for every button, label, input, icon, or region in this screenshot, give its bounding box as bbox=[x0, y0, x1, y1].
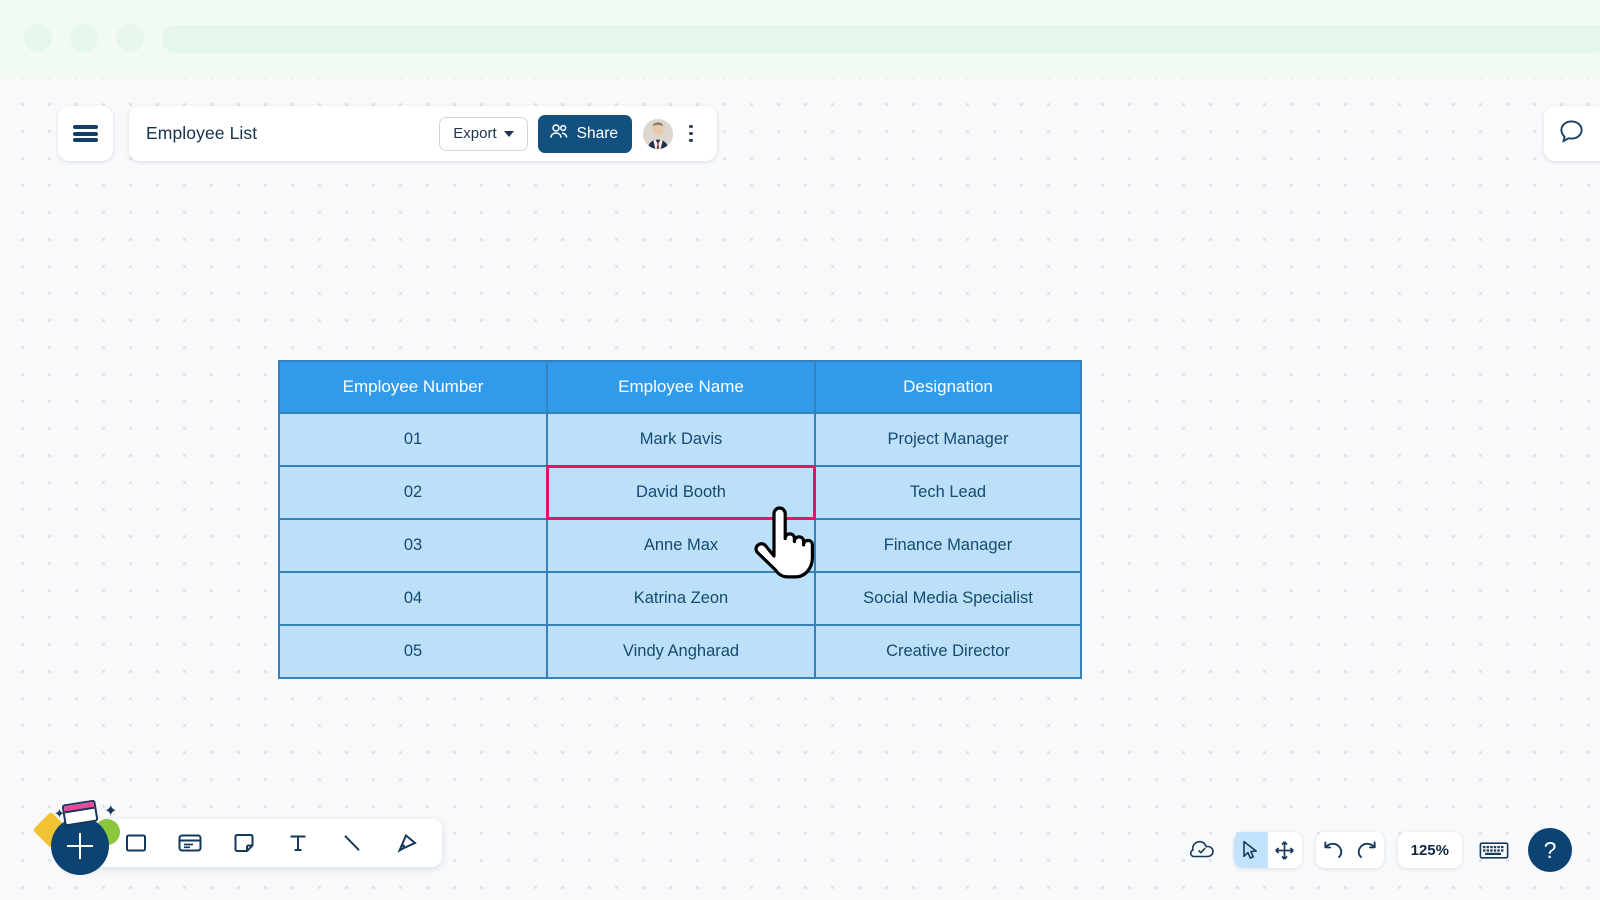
comment-bubble-icon[interactable] bbox=[1558, 118, 1585, 150]
window-dot-minimize[interactable] bbox=[24, 24, 52, 52]
browser-address-bar[interactable] bbox=[162, 25, 1600, 53]
star-icon: ✦ bbox=[104, 803, 118, 820]
window-dot-maximize[interactable] bbox=[70, 24, 98, 52]
table-cell[interactable]: Mark Davis bbox=[546, 412, 816, 467]
page-title[interactable]: Employee List bbox=[146, 123, 439, 144]
table-cell[interactable]: Finance Manager bbox=[814, 518, 1082, 573]
card-icon[interactable] bbox=[174, 827, 206, 859]
zoom-level-button[interactable]: 125% bbox=[1397, 832, 1462, 868]
cursor-arrow-icon[interactable] bbox=[1233, 832, 1268, 868]
window-dot-close[interactable] bbox=[116, 24, 144, 52]
cloud-check-icon[interactable] bbox=[1184, 832, 1220, 868]
table-cell[interactable]: Social Media Specialist bbox=[814, 571, 1082, 626]
shape-rectangle-icon[interactable] bbox=[120, 827, 152, 859]
application-window: Employee List Export Share Employee Numb… bbox=[0, 0, 1600, 900]
table-cell[interactable]: 02 bbox=[278, 465, 548, 520]
hamburger-menu-icon[interactable] bbox=[58, 106, 113, 161]
table-cell[interactable]: 04 bbox=[278, 571, 548, 626]
export-button-label: Export bbox=[453, 125, 497, 142]
table-cell-selected[interactable]: David Booth bbox=[546, 465, 817, 521]
hamburger-bar bbox=[73, 131, 98, 136]
kebab-menu-icon[interactable] bbox=[679, 117, 703, 151]
help-button[interactable]: ? bbox=[1528, 828, 1572, 872]
star-icon: ✦ bbox=[54, 806, 65, 821]
table-cell[interactable]: Anne Max bbox=[546, 518, 816, 573]
table-row: 01 Mark Davis Project Manager bbox=[278, 412, 1082, 467]
table-cell[interactable]: Vindy Angharad bbox=[546, 624, 816, 679]
move-arrows-icon[interactable] bbox=[1268, 832, 1302, 868]
table-header-cell[interactable]: Employee Name bbox=[546, 360, 816, 414]
table-cell[interactable]: Project Manager bbox=[814, 412, 1082, 467]
table-row: 04 Katrina Zeon Social Media Specialist bbox=[278, 571, 1082, 626]
table-cell[interactable]: Tech Lead bbox=[814, 465, 1082, 520]
table-cell[interactable]: Creative Director bbox=[814, 624, 1082, 679]
table-row: 03 Anne Max Finance Manager bbox=[278, 518, 1082, 573]
document-toolbar: Employee List Export Share bbox=[129, 106, 717, 161]
redo-arrow-icon[interactable] bbox=[1350, 832, 1384, 868]
people-icon bbox=[549, 123, 569, 144]
share-button-label: Share bbox=[576, 124, 618, 142]
table-header-cell[interactable]: Employee Number bbox=[278, 360, 548, 414]
hamburger-bar bbox=[73, 138, 98, 143]
hamburger-bar bbox=[73, 124, 98, 129]
table-row: 05 Vindy Angharad Creative Director bbox=[278, 624, 1082, 679]
table-cell[interactable]: Katrina Zeon bbox=[546, 571, 816, 626]
comment-panel[interactable] bbox=[1544, 106, 1600, 161]
board-canvas[interactable]: Employee List Export Share Employee Numb… bbox=[0, 78, 1600, 900]
plus-icon-vertical bbox=[78, 833, 82, 859]
table-header-row: Employee Number Employee Name Designatio… bbox=[278, 360, 1082, 414]
sticky-note-icon[interactable] bbox=[228, 827, 260, 859]
table-cell[interactable]: 05 bbox=[278, 624, 548, 679]
table-cell[interactable]: 03 bbox=[278, 518, 548, 573]
table-cell[interactable]: 01 bbox=[278, 412, 548, 467]
sticky-note-sticker-top bbox=[63, 801, 95, 814]
undo-arrow-icon[interactable] bbox=[1316, 832, 1350, 868]
canvas-controls: 125% ? bbox=[1184, 828, 1572, 872]
kebab-dot bbox=[689, 131, 693, 136]
chevron-down-icon bbox=[503, 130, 514, 137]
table-row: 02 David Booth Tech Lead bbox=[278, 465, 1082, 521]
window-chrome bbox=[0, 0, 1600, 78]
history-group bbox=[1315, 832, 1384, 868]
table-header-cell[interactable]: Designation bbox=[814, 360, 1082, 414]
text-icon[interactable] bbox=[282, 827, 314, 859]
kebab-dot bbox=[689, 138, 693, 143]
pointer-tool-group bbox=[1233, 832, 1302, 868]
kebab-dot bbox=[689, 124, 693, 129]
share-button[interactable]: Share bbox=[537, 114, 632, 153]
line-icon[interactable] bbox=[336, 827, 368, 859]
employee-table[interactable]: Employee Number Employee Name Designatio… bbox=[278, 360, 1082, 679]
add-button[interactable] bbox=[51, 817, 109, 875]
keyboard-icon[interactable] bbox=[1476, 832, 1512, 868]
avatar[interactable] bbox=[643, 118, 673, 149]
export-button[interactable]: Export bbox=[439, 116, 528, 151]
pen-icon[interactable] bbox=[390, 827, 422, 859]
